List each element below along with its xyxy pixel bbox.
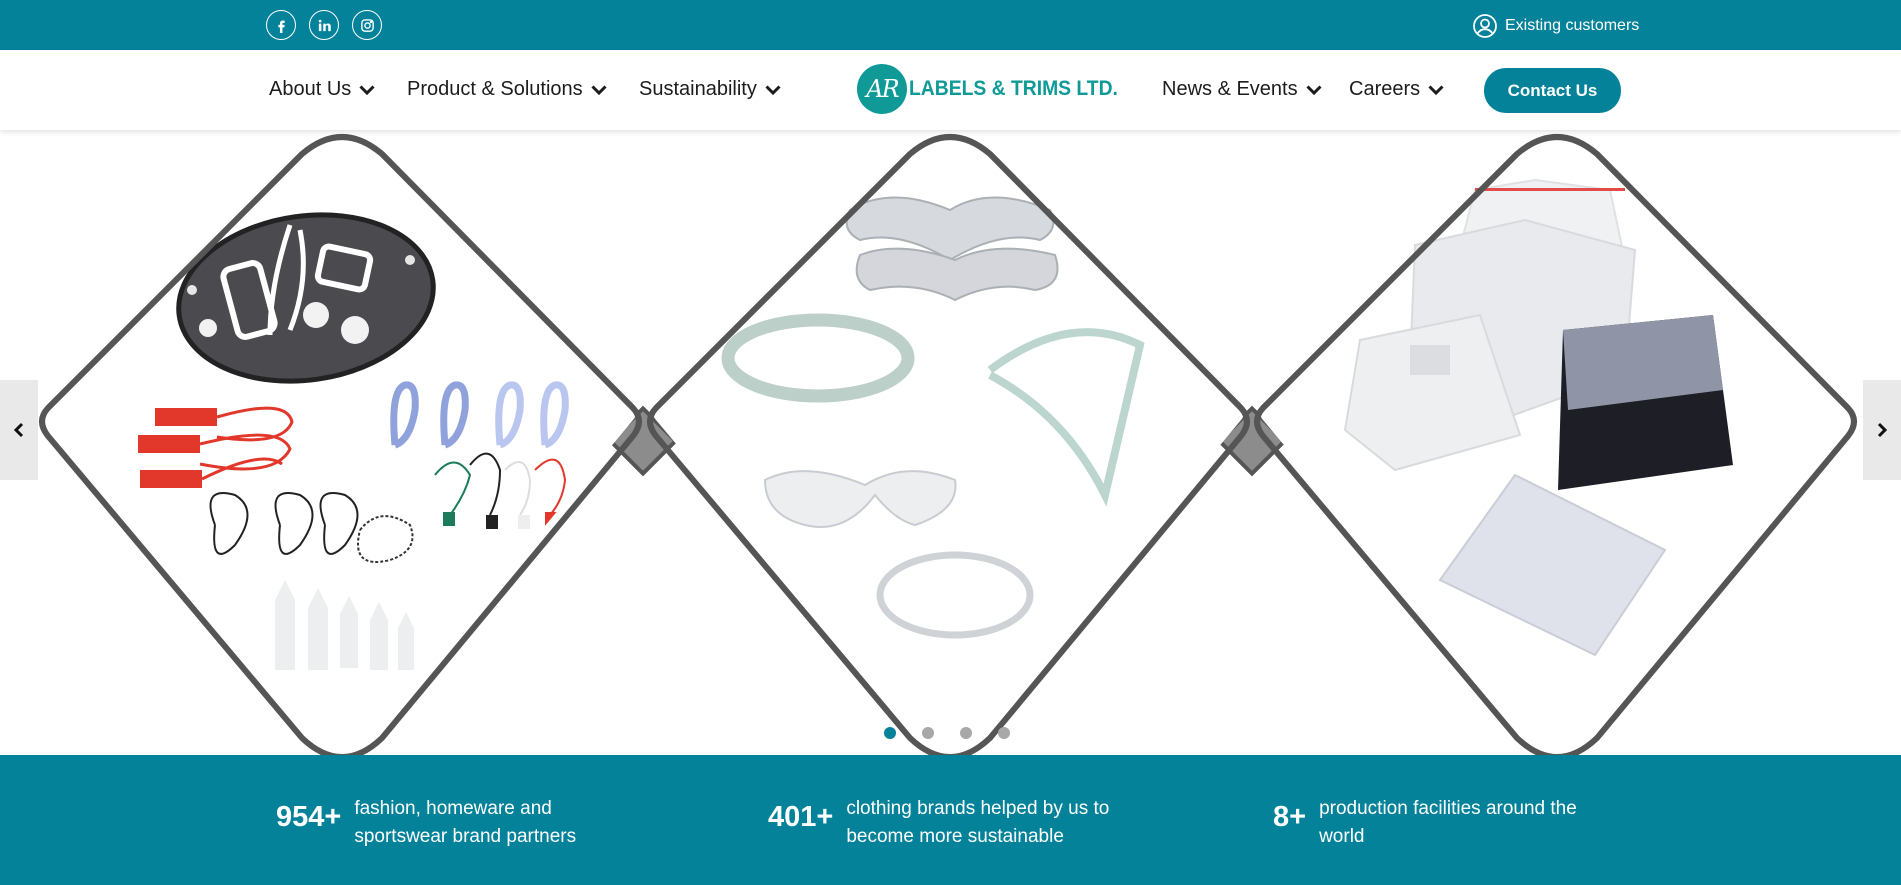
stat-production-facilities: 8+ production facilities around the worl… [1273, 795, 1577, 851]
nav-careers-label: Careers [1349, 78, 1421, 100]
nav-product-solutions-label: Product & Solutions [407, 78, 583, 100]
nav-product-solutions[interactable]: Product & Solutions [407, 78, 608, 101]
facebook-icon[interactable] [266, 10, 296, 40]
nav-news-events-label: News & Events [1162, 78, 1298, 100]
slider-dot-4[interactable] [998, 727, 1010, 739]
top-bar: Existing customers [0, 0, 1901, 50]
stat-line: become more sustainable [846, 826, 1064, 847]
slider-dot-1[interactable] [884, 727, 896, 739]
stat-line: production facilities around the [1319, 798, 1577, 819]
stat-line: world [1319, 826, 1365, 847]
chevron-down-icon [359, 84, 375, 95]
company-logo[interactable]: AR LABELS & TRIMS LTD. [857, 63, 1136, 115]
nav-about-us-label: About Us [269, 78, 352, 100]
main-navigation: About Us Product & Solutions Sustainabil… [0, 50, 1901, 130]
logo-text: LABELS & TRIMS LTD. [909, 77, 1118, 100]
stat-number: 401+ [768, 801, 834, 833]
linkedin-icon[interactable] [309, 10, 339, 40]
existing-customers-link[interactable]: Existing customers [1472, 13, 1639, 39]
stat-number: 8+ [1273, 801, 1307, 833]
slider-dot-3[interactable] [960, 727, 972, 739]
stat-number: 954+ [276, 801, 342, 833]
user-circle-icon [1473, 14, 1497, 38]
nav-news-events[interactable]: News & Events [1162, 78, 1323, 101]
stat-line: fashion, homeware and [354, 798, 552, 819]
nav-about-us[interactable]: About Us [269, 78, 376, 101]
slider-artwork [0, 130, 1900, 755]
stats-band: 954+ fashion, homeware and sportswear br… [0, 755, 1901, 885]
slider-next-button[interactable] [1863, 380, 1901, 480]
chevron-left-icon [13, 422, 24, 438]
stat-description: production facilities around the world [1319, 795, 1577, 851]
existing-customers-label: Existing customers [1505, 17, 1640, 34]
nav-careers[interactable]: Careers [1349, 78, 1445, 101]
stat-line: sportswear brand partners [354, 826, 577, 847]
stat-sustainable-brands: 401+ clothing brands helped by us to bec… [768, 795, 1109, 851]
slide-hangers-seals-tags[interactable] [0, 130, 700, 755]
slider-prev-button[interactable] [0, 380, 38, 480]
stat-description: clothing brands helped by us to become m… [846, 795, 1109, 851]
nav-sustainability-label: Sustainability [639, 78, 757, 100]
slide-collar-supports[interactable] [600, 130, 1300, 755]
contact-us-button[interactable]: Contact Us [1484, 68, 1621, 113]
slider-dot-2[interactable] [922, 727, 934, 739]
chevron-down-icon [591, 84, 607, 95]
slide-poly-bags[interactable] [1200, 130, 1900, 755]
nav-sustainability[interactable]: Sustainability [639, 78, 782, 101]
chevron-down-icon [765, 84, 781, 95]
slider-pagination [884, 727, 1036, 739]
chevron-down-icon [1306, 84, 1322, 95]
stat-line: clothing brands helped by us to [846, 798, 1110, 819]
instagram-icon[interactable] [352, 10, 382, 40]
chevron-right-icon [1877, 422, 1888, 438]
logo-mark: AR [857, 64, 907, 114]
hero-slider [0, 130, 1901, 755]
stat-brand-partners: 954+ fashion, homeware and sportswear br… [276, 795, 576, 851]
stat-description: fashion, homeware and sportswear brand p… [354, 795, 576, 851]
chevron-down-icon [1428, 84, 1444, 95]
